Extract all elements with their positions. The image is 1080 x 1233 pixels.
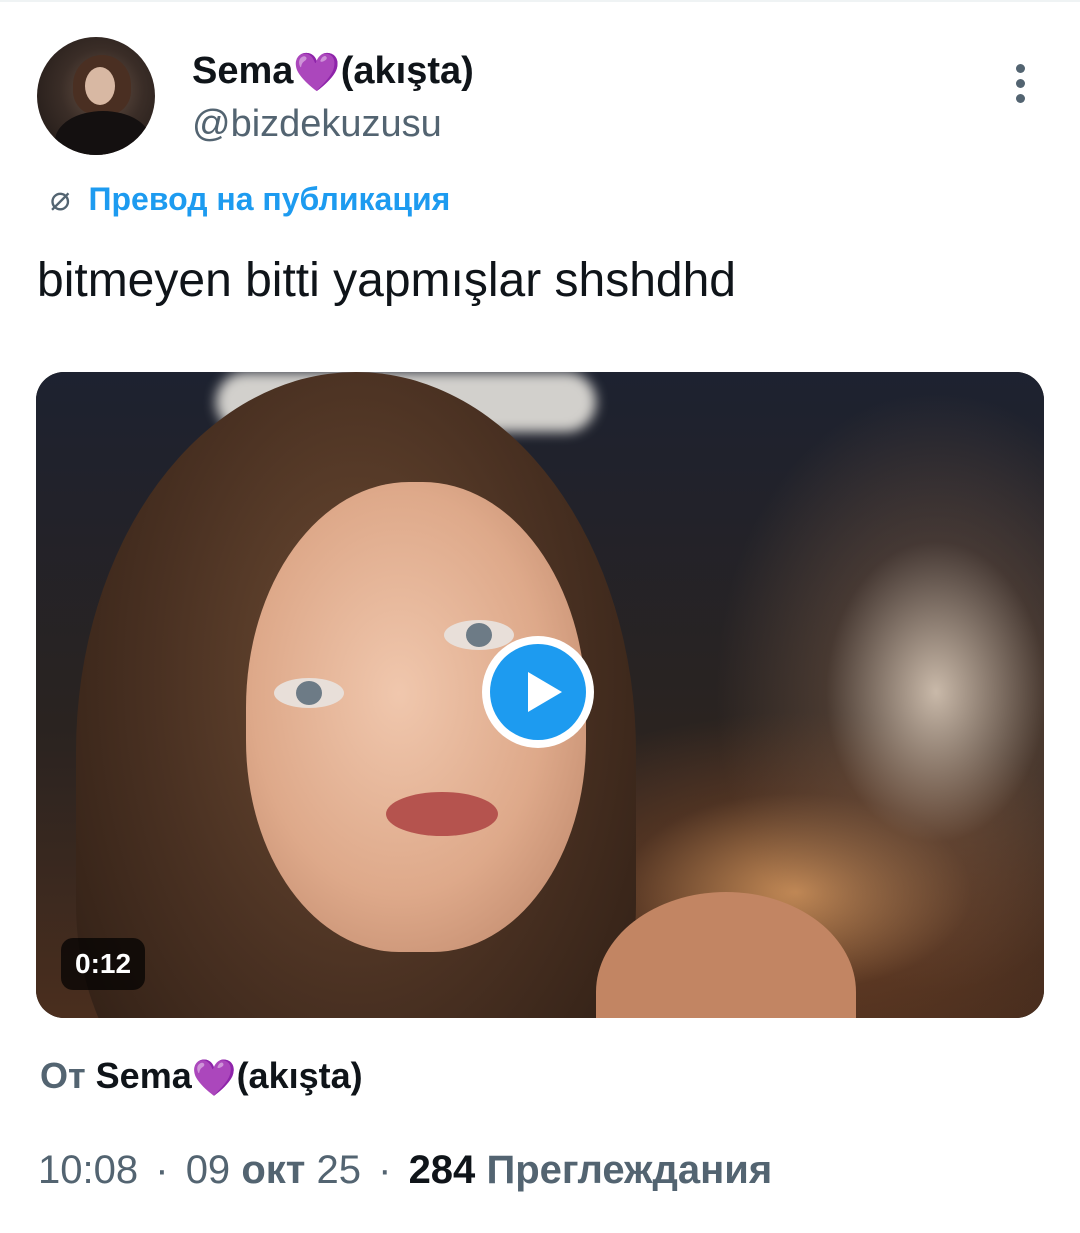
purple-heart-emoji: 💜 [191, 1057, 237, 1098]
views-label[interactable]: Преглеждания [486, 1148, 772, 1192]
tweet-text: bitmeyen bitti yapmışlar shshdhd [37, 254, 736, 307]
play-icon[interactable] [482, 636, 594, 748]
video-duration-badge: 0:12 [61, 938, 146, 990]
play-button-inner [490, 644, 586, 740]
source-attribution[interactable]: От Sema💜(akışta) [40, 1055, 363, 1099]
video-thumbnail[interactable]: 0:12 [36, 372, 1044, 1018]
display-name[interactable]: Sema💜(akışta) [192, 50, 474, 95]
avatar-face [85, 67, 115, 105]
right-eye [444, 620, 514, 650]
translate-post-link[interactable]: ⌀ Превод на публикация [50, 177, 450, 221]
separator-dot: · [378, 1148, 392, 1192]
user-handle[interactable]: @bizdekuzusu [192, 103, 442, 146]
avatar-body [55, 111, 151, 155]
globe-icon: ⌀ [50, 180, 71, 218]
purple-heart-emoji: 💜 [293, 52, 341, 94]
separator-dot: · [155, 1148, 169, 1192]
from-suffix: (akışta) [236, 1055, 363, 1096]
display-name-text: Sema [192, 50, 294, 92]
tweet-metadata: 10:08 · 09 окт 25 · 284 Преглеждания [38, 1148, 772, 1193]
post-time[interactable]: 10:08 [38, 1148, 138, 1192]
left-eye [274, 678, 344, 708]
from-name: Sema [95, 1055, 192, 1096]
top-divider [0, 0, 1080, 2]
post-year[interactable]: 25 [316, 1148, 361, 1192]
translate-label: Превод на публикация [88, 180, 451, 217]
more-vertical-icon[interactable] [1010, 64, 1030, 108]
post-day[interactable]: 09 [186, 1148, 231, 1192]
post-month[interactable]: окт [241, 1148, 305, 1192]
avatar[interactable] [37, 37, 155, 155]
lips [386, 792, 498, 836]
display-name-suffix: (akışta) [340, 50, 474, 92]
views-count[interactable]: 284 [409, 1148, 476, 1192]
from-author: Sema💜(akışta) [95, 1055, 363, 1098]
from-prefix: От [40, 1055, 86, 1096]
